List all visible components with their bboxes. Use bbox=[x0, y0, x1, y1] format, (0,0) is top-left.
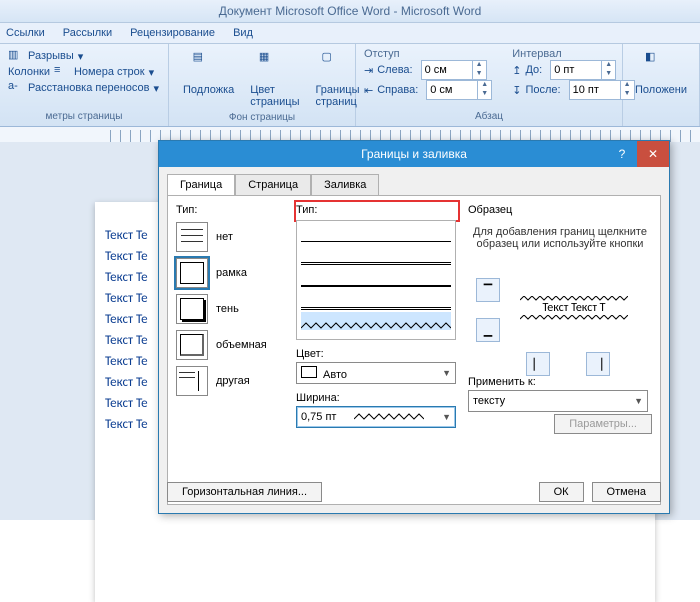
indent-title: Отступ bbox=[364, 48, 492, 60]
watermark-icon: ▤ bbox=[193, 50, 225, 82]
position-icon: ◧ bbox=[645, 50, 677, 82]
line-numbers-icon: ≡ bbox=[54, 64, 70, 80]
columns-button[interactable]: Колонки bbox=[8, 66, 50, 78]
preview-area[interactable]: ▔ ▁ ▏ ▕ Текст Текст Т bbox=[468, 260, 652, 370]
chevron-down-icon: ▼ bbox=[634, 396, 643, 406]
preview-bottom-border-button[interactable]: ▁ bbox=[476, 318, 500, 342]
position-button[interactable]: ◧Положени bbox=[631, 48, 691, 98]
help-button[interactable]: ? bbox=[609, 141, 635, 167]
preview-left-border-button[interactable]: ▏ bbox=[526, 352, 550, 376]
setting-none[interactable]: нет bbox=[176, 222, 284, 252]
hyphenation-icon: a- bbox=[8, 80, 24, 96]
width-combo[interactable]: 0,75 пт▼ bbox=[296, 406, 456, 428]
group-page-setup: метры страницы bbox=[8, 111, 160, 122]
watermark-button[interactable]: ▤Подложка bbox=[177, 48, 240, 110]
setting-shadow[interactable]: тень bbox=[176, 294, 284, 324]
color-combo[interactable]: Авто▼ bbox=[296, 362, 456, 384]
hyphenation-button[interactable]: Расстановка переносов bbox=[28, 82, 149, 94]
style-option[interactable] bbox=[301, 267, 451, 287]
spacing-before-icon: ↥ bbox=[512, 64, 521, 77]
cancel-button[interactable]: Отмена bbox=[592, 482, 661, 502]
indent-right-label: Справа: bbox=[377, 84, 418, 96]
indent-left-icon: ⇥ bbox=[364, 64, 373, 77]
tab-shading[interactable]: Заливка bbox=[311, 174, 379, 196]
preview-right-border-button[interactable]: ▕ bbox=[586, 352, 610, 376]
setting-box[interactable]: рамка bbox=[176, 258, 284, 288]
style-option[interactable] bbox=[301, 223, 451, 242]
dialog-title-bar[interactable]: Границы и заливка ? ✕ bbox=[159, 141, 669, 167]
preview-hint: Для добавления границ щелкните образец и… bbox=[468, 226, 652, 250]
indent-right-icon: ⇤ bbox=[364, 84, 373, 97]
tab-view[interactable]: Вид bbox=[233, 27, 253, 39]
ribbon: ▥Разрывы▾ Колонки ≡Номера строк▾ a-Расст… bbox=[0, 44, 700, 127]
tab-mailings[interactable]: Рассылки bbox=[63, 27, 112, 39]
line-numbers-button[interactable]: Номера строк bbox=[74, 66, 145, 78]
spacing-after-label: После: bbox=[525, 84, 560, 96]
apply-to-combo[interactable]: тексту▼ bbox=[468, 390, 648, 412]
page-color-icon: ▦ bbox=[259, 50, 291, 82]
breaks-button[interactable]: Разрывы bbox=[28, 50, 74, 62]
style-label: Тип: bbox=[296, 204, 456, 216]
ok-button[interactable]: ОК bbox=[539, 482, 584, 502]
setting-custom[interactable]: другая bbox=[176, 366, 284, 396]
spacing-before-spinner[interactable]: ▲▼ bbox=[550, 60, 616, 80]
width-label: Ширина: bbox=[296, 392, 456, 404]
dialog-body: Тип: нет рамка тень объемная другая Тип:… bbox=[167, 195, 661, 505]
dialog-tabs: Граница Страница Заливка bbox=[159, 167, 669, 195]
style-option[interactable] bbox=[301, 289, 451, 310]
color-label: Цвет: bbox=[296, 348, 456, 360]
spacing-after-icon: ↧ bbox=[512, 84, 521, 97]
style-listbox[interactable] bbox=[296, 220, 456, 340]
setting-none-icon bbox=[176, 222, 208, 252]
tab-page[interactable]: Страница bbox=[235, 174, 311, 196]
indent-right-spinner[interactable]: ▲▼ bbox=[426, 80, 492, 100]
tab-border[interactable]: Граница bbox=[167, 174, 235, 196]
spacing-title: Интервал bbox=[512, 48, 634, 60]
apply-to-label: Применить к: bbox=[468, 376, 652, 388]
page-color-button[interactable]: ▦Цвет страницы bbox=[244, 48, 305, 110]
chevron-down-icon: ▼ bbox=[442, 412, 451, 422]
setting-shadow-icon bbox=[176, 294, 208, 324]
close-button[interactable]: ✕ bbox=[637, 141, 669, 167]
indent-left-label: Слева: bbox=[377, 64, 412, 76]
setting-3d-icon bbox=[176, 330, 208, 360]
style-option[interactable] bbox=[301, 244, 451, 265]
indent-left-spinner[interactable]: ▲▼ bbox=[421, 60, 487, 80]
preview-sample: Текст Текст Т bbox=[520, 298, 628, 318]
borders-shading-dialog: Границы и заливка ? ✕ Граница Страница З… bbox=[158, 140, 670, 514]
setting-3d[interactable]: объемная bbox=[176, 330, 284, 360]
dialog-title: Границы и заливка bbox=[361, 147, 467, 161]
options-button[interactable]: Параметры... bbox=[554, 414, 652, 434]
chevron-down-icon: ▼ bbox=[442, 368, 451, 378]
page-borders-icon: ▢ bbox=[321, 50, 353, 82]
tab-review[interactable]: Рецензирование bbox=[130, 27, 215, 39]
spacing-before-label: До: bbox=[525, 64, 542, 76]
group-page-background: Фон страницы bbox=[177, 112, 347, 123]
tab-references[interactable]: Ссылки bbox=[6, 27, 45, 39]
preview-label: Образец bbox=[468, 204, 652, 216]
setting-label: Тип: bbox=[176, 204, 284, 216]
setting-custom-icon bbox=[176, 366, 208, 396]
columns-icon: ▥ bbox=[8, 48, 24, 64]
preview-top-border-button[interactable]: ▔ bbox=[476, 278, 500, 302]
app-title-bar: Документ Microsoft Office Word - Microso… bbox=[0, 0, 700, 23]
style-option-selected[interactable] bbox=[301, 312, 451, 330]
setting-box-icon bbox=[176, 258, 208, 288]
horizontal-line-button[interactable]: Горизонтальная линия... bbox=[167, 482, 322, 502]
ribbon-tabs: Ссылки Рассылки Рецензирование Вид bbox=[0, 23, 700, 44]
group-paragraph: Абзац bbox=[364, 111, 614, 122]
